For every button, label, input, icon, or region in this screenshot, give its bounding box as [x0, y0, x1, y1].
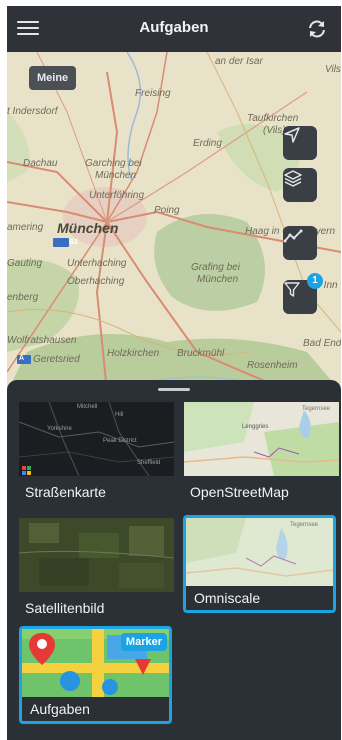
- map-label: Erding: [193, 138, 222, 149]
- filter-count-badge: 1: [307, 273, 323, 289]
- layer-tile-label: Satellitenbild: [25, 600, 105, 616]
- layer-thumbnail-omniscale: Tegernsee: [186, 518, 333, 586]
- thumb-label: Peak District: [103, 438, 137, 444]
- sync-icon[interactable]: [305, 17, 329, 41]
- map-label: Gauting: [7, 258, 43, 269]
- map-label: München: [197, 274, 239, 285]
- sheet-drag-handle[interactable]: [158, 388, 190, 391]
- layer-tile-aufgaben[interactable]: Marker Aufgaben: [19, 626, 172, 724]
- map-label: enberg: [7, 292, 39, 303]
- layer-tile-label: OpenStreetMap: [190, 484, 289, 500]
- thumb-label: Lenggries: [242, 424, 269, 430]
- page-title: Aufgaben: [139, 19, 209, 36]
- map-label: Unterföhring: [89, 190, 145, 201]
- map-label: Dachau: [23, 158, 58, 169]
- map-label: amering: [7, 222, 44, 233]
- thumb-label: Tegernsee: [302, 406, 331, 412]
- map-label: Vils: [325, 64, 341, 75]
- map-label: Bad End: [303, 338, 341, 349]
- route-line-icon: [283, 229, 303, 243]
- track-button[interactable]: [283, 226, 317, 260]
- map-label-city: München: [57, 220, 119, 236]
- thumb-label: Tegernsee: [290, 522, 319, 528]
- meine-filter-button[interactable]: Meine: [29, 66, 77, 90]
- map-label: Taufkirchen: [247, 113, 299, 124]
- layer-tile-label: Straßenkarte: [25, 484, 106, 500]
- map-label: Rosenheim: [247, 360, 298, 371]
- navigation-arrow-icon: [284, 127, 300, 143]
- map-label: Geretsried: [33, 354, 80, 365]
- layer-tile-omniscale[interactable]: Tegernsee Omniscale: [183, 515, 336, 613]
- layer-tile-label: Aufgaben: [30, 701, 90, 717]
- filter-icon: [284, 282, 300, 297]
- map-label: Freising: [135, 88, 171, 99]
- map-label: Garching bei: [85, 158, 142, 169]
- map-label: München: [95, 170, 137, 181]
- layer-tile-openstreetmap[interactable]: Tegernsee Lenggries OpenStreetMap: [184, 402, 339, 506]
- marker-tag: Marker: [120, 633, 167, 651]
- layer-tile-label: Omniscale: [194, 590, 261, 606]
- map-layer-sheet: Mitchell Hill Yorkshire Peak District Sh…: [7, 380, 341, 740]
- thumb-label: Hill: [115, 412, 124, 418]
- map-label: Wolfratshausen: [7, 335, 77, 346]
- map-label: an der Isar: [215, 56, 263, 67]
- map-label: Poing: [154, 205, 180, 216]
- thumb-label: Sheffield: [137, 460, 161, 466]
- map-label: Bruckmühl: [177, 348, 225, 359]
- filter-button[interactable]: 1: [283, 273, 323, 314]
- map-label: Grafing bei: [191, 262, 240, 273]
- top-bar: Aufgaben: [7, 6, 341, 52]
- layer-thumbnail-satellite: [19, 518, 174, 592]
- map-view[interactable]: an der Isar Vils Freising t Indersdorf T…: [7, 52, 341, 392]
- thumb-label: Mitchell: [77, 404, 98, 410]
- map-label: Oberhaching: [67, 276, 125, 287]
- map-label: Holzkirchen: [107, 348, 160, 359]
- map-label: Unterhaching: [67, 258, 127, 269]
- locate-button[interactable]: [283, 126, 317, 160]
- layer-tile-strassenkarte[interactable]: Mitchell Hill Yorkshire Peak District Sh…: [19, 402, 174, 506]
- layers-icon: [284, 170, 302, 187]
- map-label: t Indersdorf: [7, 106, 58, 117]
- layer-tile-satellitenbild[interactable]: Satellitenbild: [19, 518, 174, 620]
- thumb-label: Yorkshire: [47, 426, 72, 432]
- layers-button[interactable]: [283, 168, 317, 202]
- layer-thumbnail-osm: Tegernsee Lenggries: [184, 402, 339, 476]
- road-shield: A: [19, 355, 25, 362]
- layer-thumbnail-dark: Mitchell Hill Yorkshire Peak District Sh…: [19, 402, 174, 476]
- road-shield: B2: [69, 239, 78, 246]
- app-screen: Aufgaben an der Isar Vils Freising t Ind…: [7, 6, 341, 740]
